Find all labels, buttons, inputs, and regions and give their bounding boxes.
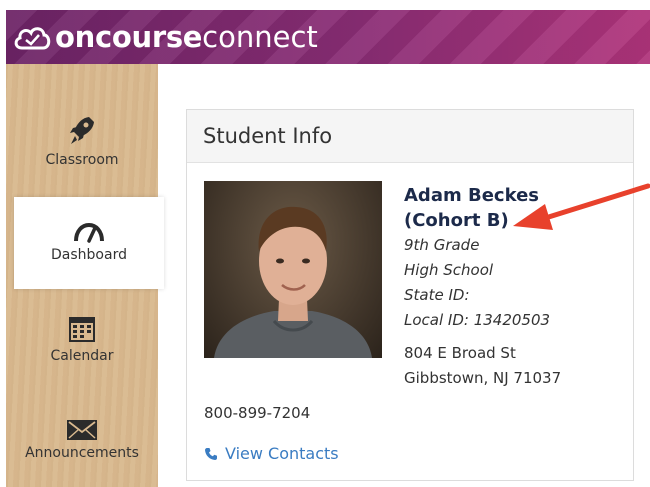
app-header: oncourse connect <box>6 10 650 64</box>
student-phone: 800-899-7204 <box>204 404 311 422</box>
sidebar-item-label: Dashboard <box>51 247 127 263</box>
view-contacts-label: View Contacts <box>225 444 339 463</box>
card-header: Student Info <box>187 110 633 163</box>
view-contacts-link[interactable]: View Contacts <box>204 444 339 463</box>
address-line-2: Gibbstown, NJ 71037 <box>404 369 562 387</box>
phone-icon <box>205 447 217 460</box>
address-line-1: 804 E Broad St <box>404 344 516 362</box>
envelope-icon <box>67 420 97 440</box>
cloud-check-icon <box>14 27 51 50</box>
sidebar-item-classroom[interactable]: Classroom <box>6 114 158 168</box>
sidebar-item-calendar[interactable]: Calendar <box>6 314 158 364</box>
brand-name-light: connect <box>202 20 318 54</box>
student-photo <box>204 181 382 358</box>
student-info-card: Student Info Adam Beckes (Cohort B) 9th … <box>186 109 634 481</box>
app-logo[interactable]: oncourse connect <box>6 20 318 54</box>
student-state-id: State ID: <box>404 286 470 304</box>
student-local-id: Local ID: 13420503 <box>404 311 551 329</box>
calendar-icon <box>69 317 95 342</box>
student-address: 804 E Broad St Gibbstown, NJ 71037 <box>404 341 624 391</box>
sidebar-item-label: Classroom <box>45 152 119 168</box>
student-portrait-image <box>214 206 372 358</box>
rocket-icon <box>70 117 94 144</box>
sidebar-item-label: Announcements <box>25 445 139 461</box>
sidebar-item-label: Calendar <box>50 348 114 364</box>
brand-name-bold: oncourse <box>55 20 203 54</box>
student-school: High School <box>404 261 494 279</box>
card-title: Student Info <box>203 124 333 148</box>
annotation-arrow <box>513 183 650 230</box>
sidebar-nav: Classroom Dashboard Calendar Announcemen… <box>6 64 164 487</box>
sidebar-item-announcements[interactable]: Announcements <box>6 419 158 461</box>
sidebar-item-dashboard[interactable]: Dashboard <box>14 197 164 289</box>
speedometer-icon <box>74 222 104 243</box>
